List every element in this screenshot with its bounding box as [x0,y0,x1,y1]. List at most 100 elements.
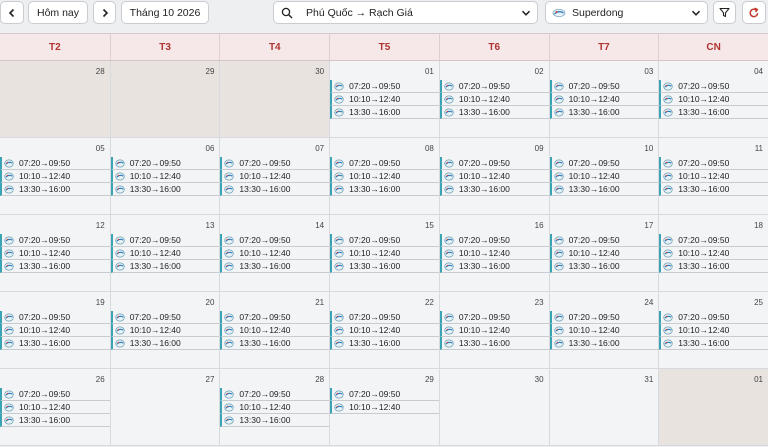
trip-item[interactable]: 10:10→12:40 [110,170,220,183]
day-cell[interactable]: 26 07:20→09:50 10:10→12:40 13:30→16:00 [0,369,110,446]
trip-item[interactable]: 13:30→16:00 [549,183,659,196]
trip-item[interactable]: 13:30→16:00 [110,260,220,273]
day-cell[interactable]: 04 07:20→09:50 10:10→12:40 13:30→16:00 [658,61,768,138]
day-cell[interactable]: 10 07:20→09:50 10:10→12:40 13:30→16:00 [548,138,659,215]
trip-item[interactable]: 07:20→09:50 [659,234,768,247]
day-cell[interactable]: 28 [0,61,110,138]
day-cell[interactable]: 24 07:20→09:50 10:10→12:40 13:30→16:00 [548,292,659,369]
trip-item[interactable]: 07:20→09:50 [0,388,110,401]
trip-item[interactable]: 10:10→12:40 [659,324,768,337]
trip-item[interactable]: 13:30→16:00 [330,337,439,350]
trip-item[interactable]: 07:20→09:50 [439,311,549,324]
trip-item[interactable]: 10:10→12:40 [220,324,330,337]
today-button[interactable]: Hôm nay [28,1,88,24]
trip-item[interactable]: 07:20→09:50 [0,234,110,247]
trip-item[interactable]: 10:10→12:40 [0,324,110,337]
trip-item[interactable]: 13:30→16:00 [659,183,768,196]
trip-item[interactable]: 13:30→16:00 [659,260,768,273]
trip-item[interactable]: 10:10→12:40 [659,170,768,183]
trip-item[interactable]: 07:20→09:50 [220,311,330,324]
day-cell[interactable]: 15 07:20→09:50 10:10→12:40 13:30→16:00 [329,215,439,292]
day-cell[interactable]: 30 [438,369,549,446]
day-cell[interactable]: 18 07:20→09:50 10:10→12:40 13:30→16:00 [658,215,768,292]
trip-item[interactable]: 07:20→09:50 [439,234,549,247]
day-cell[interactable]: 25 07:20→09:50 10:10→12:40 13:30→16:00 [658,292,768,369]
trip-item[interactable]: 13:30→16:00 [0,183,110,196]
day-cell[interactable]: 08 07:20→09:50 10:10→12:40 13:30→16:00 [329,138,439,215]
trip-item[interactable]: 10:10→12:40 [330,247,439,260]
trip-item[interactable]: 07:20→09:50 [110,157,220,170]
day-cell[interactable]: 21 07:20→09:50 10:10→12:40 13:30→16:00 [219,292,330,369]
trip-item[interactable]: 10:10→12:40 [659,93,768,106]
trip-item[interactable]: 07:20→09:50 [0,157,110,170]
trip-item[interactable]: 13:30→16:00 [659,106,768,119]
trip-item[interactable]: 10:10→12:40 [439,324,549,337]
trip-item[interactable]: 07:20→09:50 [110,311,220,324]
day-cell[interactable]: 20 07:20→09:50 10:10→12:40 13:30→16:00 [109,292,220,369]
trip-item[interactable]: 10:10→12:40 [0,170,110,183]
trip-item[interactable]: 07:20→09:50 [659,80,768,93]
day-cell[interactable]: 23 07:20→09:50 10:10→12:40 13:30→16:00 [438,292,549,369]
trip-item[interactable]: 07:20→09:50 [549,157,659,170]
trip-item[interactable]: 13:30→16:00 [439,106,549,119]
day-cell[interactable]: 02 07:20→09:50 10:10→12:40 13:30→16:00 [438,61,549,138]
trip-item[interactable]: 10:10→12:40 [110,247,220,260]
trip-item[interactable]: 10:10→12:40 [439,93,549,106]
day-cell[interactable]: 19 07:20→09:50 10:10→12:40 13:30→16:00 [0,292,110,369]
day-cell[interactable]: 06 07:20→09:50 10:10→12:40 13:30→16:00 [109,138,220,215]
day-cell[interactable]: 03 07:20→09:50 10:10→12:40 13:30→16:00 [548,61,659,138]
trip-item[interactable]: 07:20→09:50 [330,311,439,324]
trip-item[interactable]: 10:10→12:40 [110,324,220,337]
day-cell[interactable]: 29 [109,61,220,138]
trip-item[interactable]: 07:20→09:50 [330,234,439,247]
trip-item[interactable]: 10:10→12:40 [549,324,659,337]
day-cell[interactable]: 14 07:20→09:50 10:10→12:40 13:30→16:00 [219,215,330,292]
day-cell[interactable]: 09 07:20→09:50 10:10→12:40 13:30→16:00 [438,138,549,215]
trip-item[interactable]: 10:10→12:40 [330,324,439,337]
trip-item[interactable]: 07:20→09:50 [439,80,549,93]
trip-item[interactable]: 07:20→09:50 [220,157,330,170]
trip-item[interactable]: 13:30→16:00 [0,414,110,427]
trip-item[interactable]: 13:30→16:00 [549,337,659,350]
trip-item[interactable]: 10:10→12:40 [0,401,110,414]
trip-item[interactable]: 07:20→09:50 [110,234,220,247]
day-cell[interactable]: 13 07:20→09:50 10:10→12:40 13:30→16:00 [109,215,220,292]
trip-item[interactable]: 13:30→16:00 [330,106,439,119]
day-cell[interactable]: 27 [109,369,220,446]
trip-item[interactable]: 10:10→12:40 [439,247,549,260]
trip-item[interactable]: 07:20→09:50 [330,80,439,93]
trip-item[interactable]: 07:20→09:50 [659,157,768,170]
trip-item[interactable]: 10:10→12:40 [659,247,768,260]
trip-item[interactable]: 13:30→16:00 [220,260,330,273]
trip-item[interactable]: 07:20→09:50 [549,80,659,93]
day-cell[interactable]: 12 07:20→09:50 10:10→12:40 13:30→16:00 [0,215,110,292]
trip-item[interactable]: 10:10→12:40 [549,247,659,260]
trip-item[interactable]: 13:30→16:00 [439,183,549,196]
day-cell[interactable]: 17 07:20→09:50 10:10→12:40 13:30→16:00 [548,215,659,292]
trip-item[interactable]: 07:20→09:50 [220,234,330,247]
trip-item[interactable]: 13:30→16:00 [110,337,220,350]
trip-item[interactable]: 07:20→09:50 [659,311,768,324]
day-cell[interactable]: 30 [219,61,330,138]
trip-item[interactable]: 13:30→16:00 [110,183,220,196]
trip-item[interactable]: 10:10→12:40 [549,170,659,183]
trip-item[interactable]: 10:10→12:40 [220,247,330,260]
trip-item[interactable]: 13:30→16:00 [330,183,439,196]
trip-item[interactable]: 10:10→12:40 [330,401,439,414]
route-select[interactable]: Phú Quốc → Rạch Giá [273,1,538,24]
trip-item[interactable]: 10:10→12:40 [330,93,439,106]
trip-item[interactable]: 13:30→16:00 [549,106,659,119]
next-button[interactable] [93,1,116,24]
trip-item[interactable]: 07:20→09:50 [330,157,439,170]
trip-item[interactable]: 10:10→12:40 [220,170,330,183]
trip-item[interactable]: 07:20→09:50 [549,234,659,247]
day-cell[interactable]: 16 07:20→09:50 10:10→12:40 13:30→16:00 [438,215,549,292]
day-cell[interactable]: 05 07:20→09:50 10:10→12:40 13:30→16:00 [0,138,110,215]
day-cell[interactable]: 01 [658,369,768,446]
day-cell[interactable]: 22 07:20→09:50 10:10→12:40 13:30→16:00 [329,292,439,369]
trip-item[interactable]: 13:30→16:00 [0,337,110,350]
trip-item[interactable]: 13:30→16:00 [220,183,330,196]
trip-item[interactable]: 07:20→09:50 [330,388,439,401]
trip-item[interactable]: 13:30→16:00 [330,260,439,273]
trip-item[interactable]: 07:20→09:50 [220,388,330,401]
